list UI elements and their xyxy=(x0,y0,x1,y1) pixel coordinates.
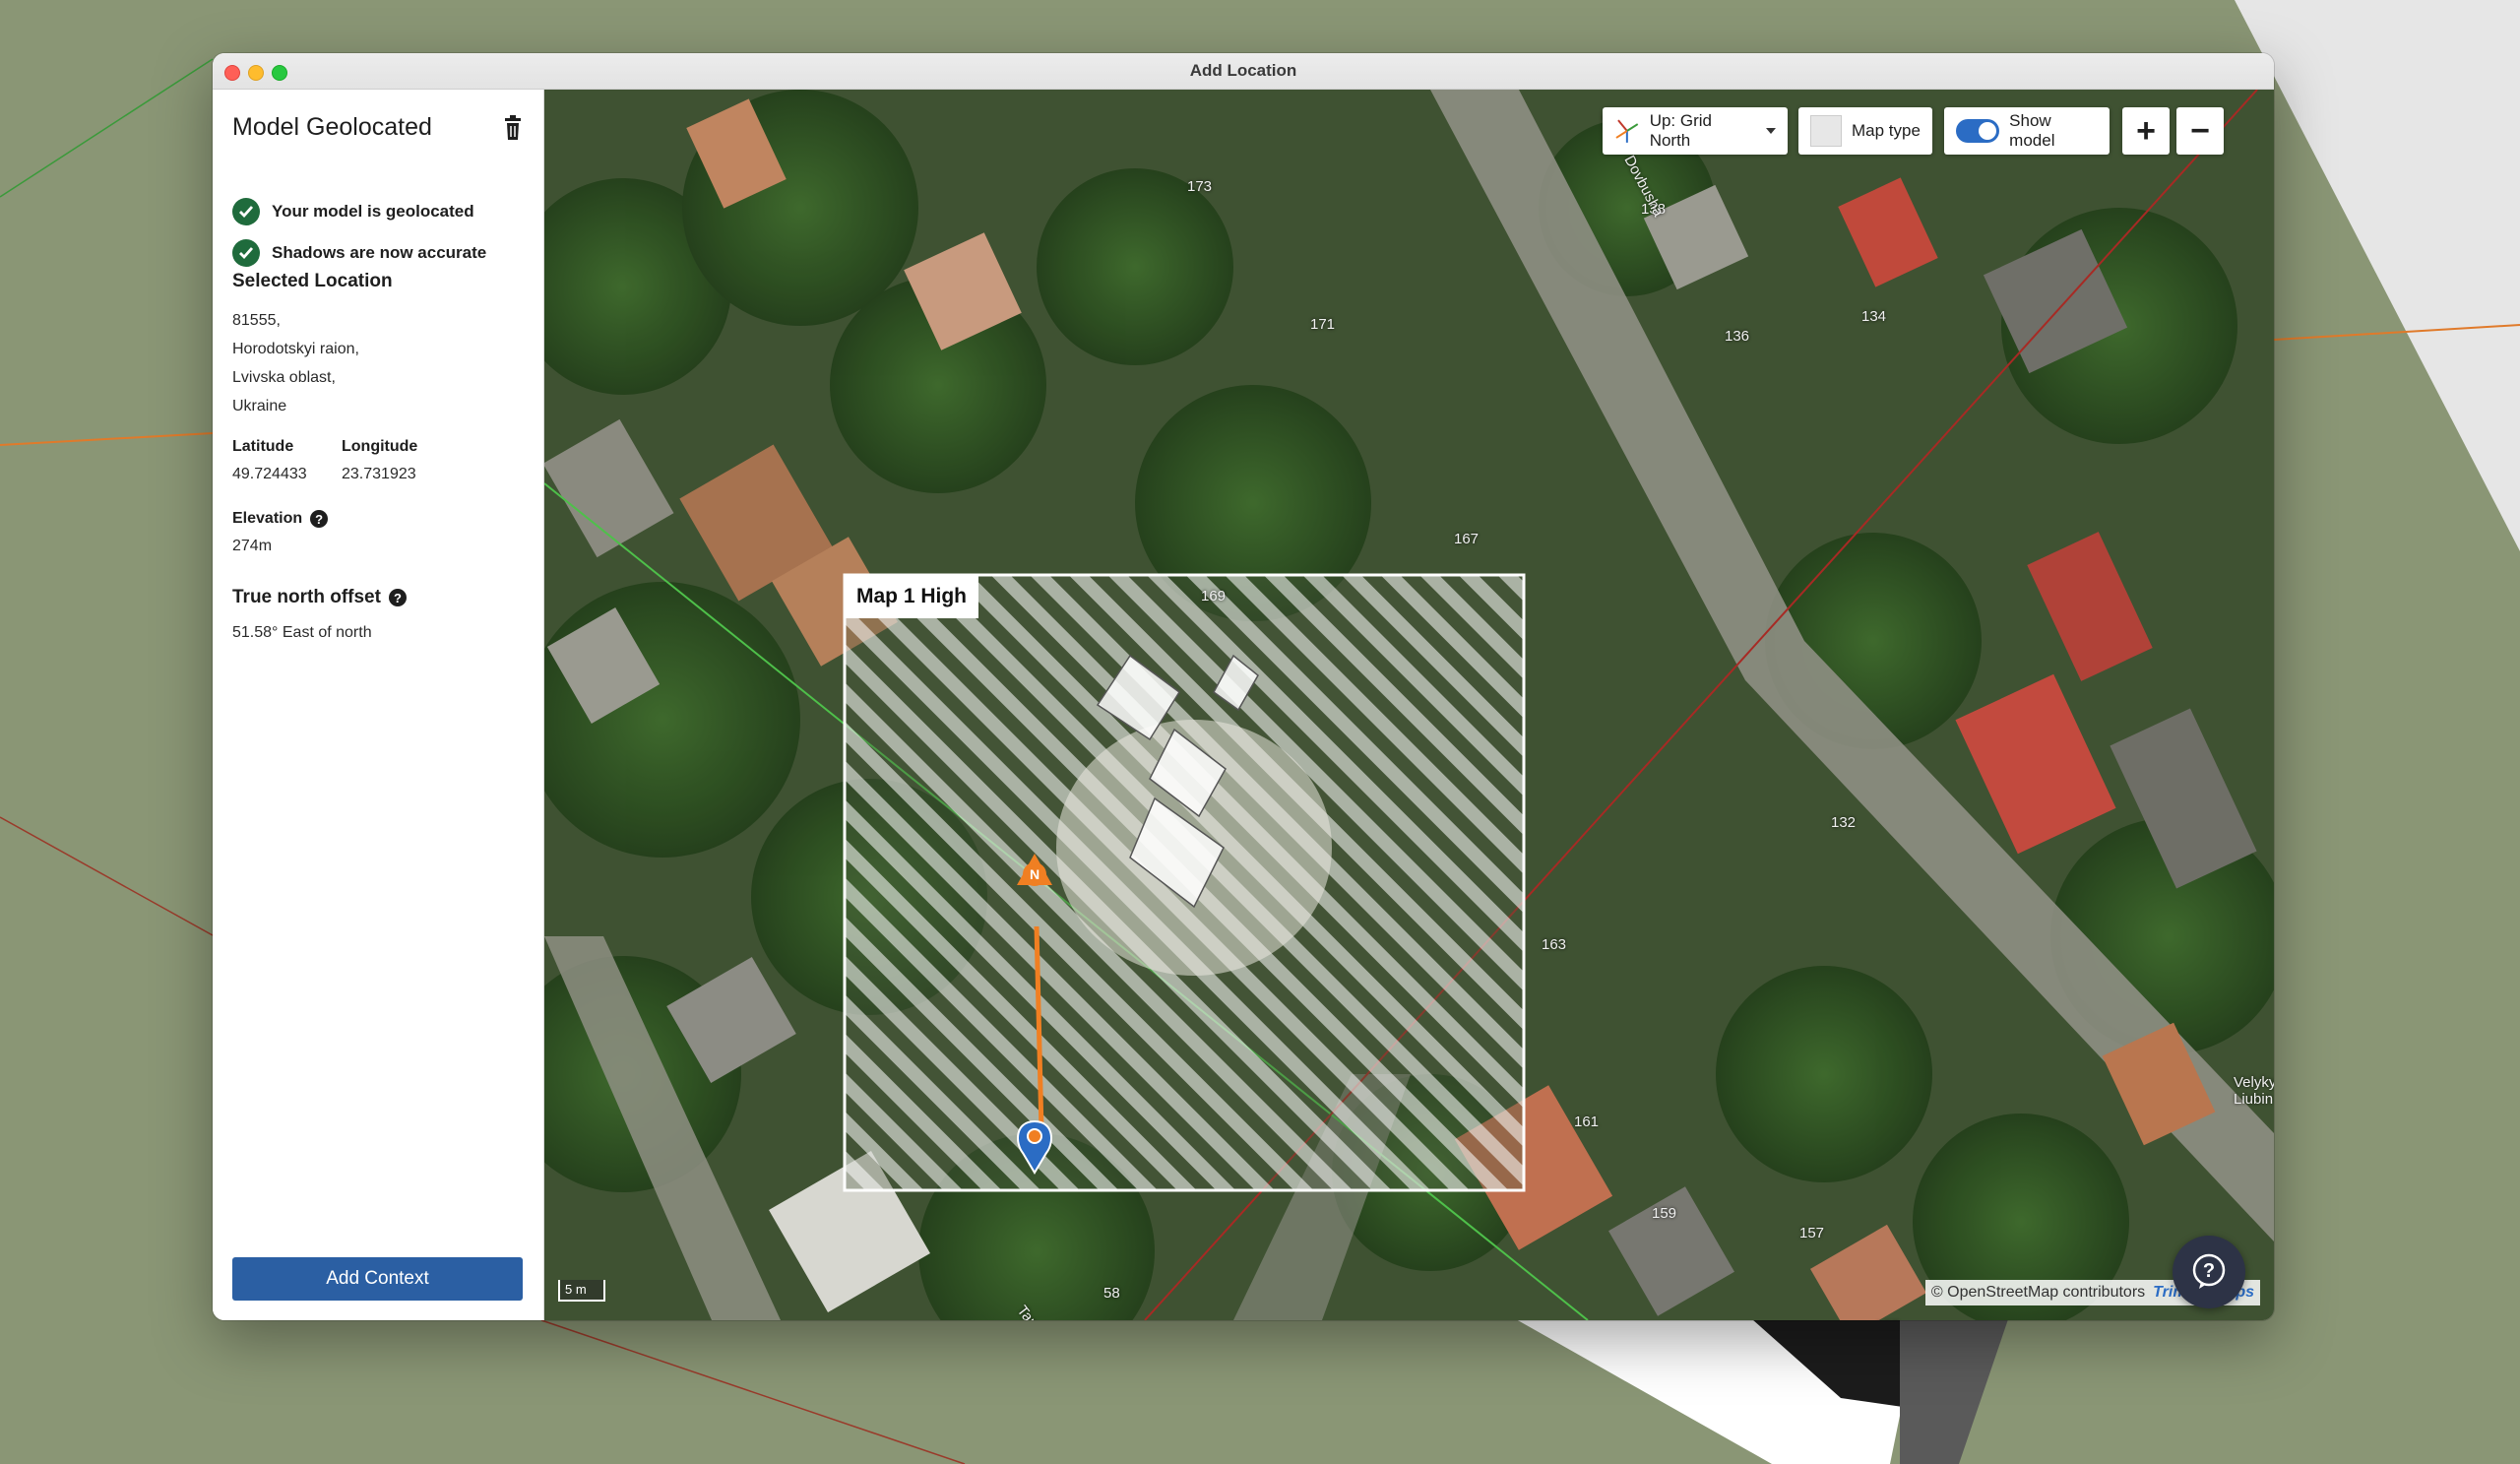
address-line: 81555, xyxy=(232,312,281,329)
window-title: Add Location xyxy=(1189,61,1297,80)
longitude-label: Longitude xyxy=(342,438,418,455)
house-number: 171 xyxy=(1310,316,1336,333)
map-thumbnail-icon xyxy=(1810,115,1842,147)
selected-location-heading: Selected Location xyxy=(232,271,393,291)
location-sidebar: Model Geolocated Your model is geolocate… xyxy=(213,90,544,1320)
house-number: 161 xyxy=(1574,1114,1600,1130)
toggle-switch[interactable] xyxy=(1956,119,2000,143)
sidebar-title: Model Geolocated xyxy=(232,113,432,141)
selection-label: Map 1 High xyxy=(845,575,979,618)
help-button[interactable]: ? xyxy=(2173,1236,2245,1308)
address-line: Horodotskyi raion, xyxy=(232,341,359,357)
check-circle-icon xyxy=(232,239,260,267)
chevron-down-icon xyxy=(1766,128,1776,134)
title-bar: Add Location xyxy=(213,53,2274,90)
trash-icon[interactable] xyxy=(502,114,524,141)
maximize-window-button[interactable] xyxy=(272,65,287,81)
svg-text:?: ? xyxy=(2203,1260,2215,1282)
status-label: Shadows are now accurate xyxy=(272,243,487,262)
close-window-button[interactable] xyxy=(224,65,240,81)
help-icon[interactable]: ? xyxy=(388,589,407,606)
svg-text:N: N xyxy=(1030,866,1040,882)
window-controls xyxy=(224,65,287,81)
map-view[interactable]: N 173 171 138 136 134 167 169 163 132 16… xyxy=(544,90,2274,1320)
sidebar-header: Model Geolocated xyxy=(232,113,524,142)
show-model-toggle[interactable]: Show model xyxy=(1944,107,2110,155)
map-type-label: Map type xyxy=(1852,121,1921,140)
elevation-value: 274m xyxy=(232,538,273,554)
latitude-label: Latitude xyxy=(232,438,294,455)
elevation-label: Elevation xyxy=(232,510,303,527)
address: 81555, Horodotskyi raion, Lvivska oblast… xyxy=(232,306,359,420)
zoom-in-button[interactable]: + xyxy=(2122,107,2170,155)
help-icon[interactable]: ? xyxy=(310,510,329,528)
true-north-label: True north offset xyxy=(232,587,381,607)
true-north-value: 51.58° East of north xyxy=(232,624,372,641)
minimize-window-button[interactable] xyxy=(248,65,264,81)
add-context-button[interactable]: Add Context xyxy=(232,1257,523,1301)
house-number: 58 xyxy=(1103,1285,1120,1302)
question-icon: ? xyxy=(2192,1253,2226,1289)
check-circle-icon xyxy=(232,198,260,225)
osm-attribution[interactable]: © OpenStreetMap contributors xyxy=(1931,1284,2145,1302)
status-label: Your model is geolocated xyxy=(272,202,474,221)
show-model-label: Show model xyxy=(2009,111,2055,150)
house-number: 163 xyxy=(1542,936,1567,953)
latitude-value: 49.724433 xyxy=(232,466,307,482)
house-number: 132 xyxy=(1831,814,1857,831)
orientation-dropdown[interactable]: Up: Grid North xyxy=(1603,107,1788,155)
status-geolocated: Your model is geolocated xyxy=(232,198,474,225)
longitude: Longitude 23.731923 xyxy=(342,438,417,483)
house-number: 169 xyxy=(1201,588,1227,605)
elevation-heading: Elevation ? xyxy=(232,510,329,528)
zoom-out-button[interactable]: − xyxy=(2176,107,2224,155)
true-north-heading: True north offset ? xyxy=(232,587,407,608)
longitude-value: 23.731923 xyxy=(342,466,416,482)
satellite-imagery: N xyxy=(544,90,2274,1320)
address-line: Lvivska oblast, xyxy=(232,369,336,386)
address-line: Ukraine xyxy=(232,398,287,414)
add-location-window: Add Location Model Geolocated Your model… xyxy=(213,53,2274,1320)
house-number: 167 xyxy=(1454,531,1480,547)
latitude: Latitude 49.724433 xyxy=(232,438,307,483)
status-shadows: Shadows are now accurate xyxy=(232,239,486,267)
house-number: 155 xyxy=(1875,1318,1900,1320)
street-label: Velykyi Liubin xyxy=(2234,1074,2274,1108)
house-number: 159 xyxy=(1652,1205,1677,1222)
orientation-label: Up: Grid North xyxy=(1649,111,1712,150)
scale-bar: 5 m xyxy=(558,1280,605,1302)
house-number: 173 xyxy=(1187,178,1213,195)
house-number: 157 xyxy=(1799,1225,1825,1241)
true-north-offset: True north offset ? 51.58° East of north xyxy=(232,587,407,642)
house-number: 136 xyxy=(1725,328,1750,345)
axes-icon xyxy=(1615,119,1639,143)
house-number: 134 xyxy=(1861,308,1887,325)
map-type-button[interactable]: Map type xyxy=(1798,107,1932,155)
elevation: Elevation ? 274m xyxy=(232,510,329,555)
